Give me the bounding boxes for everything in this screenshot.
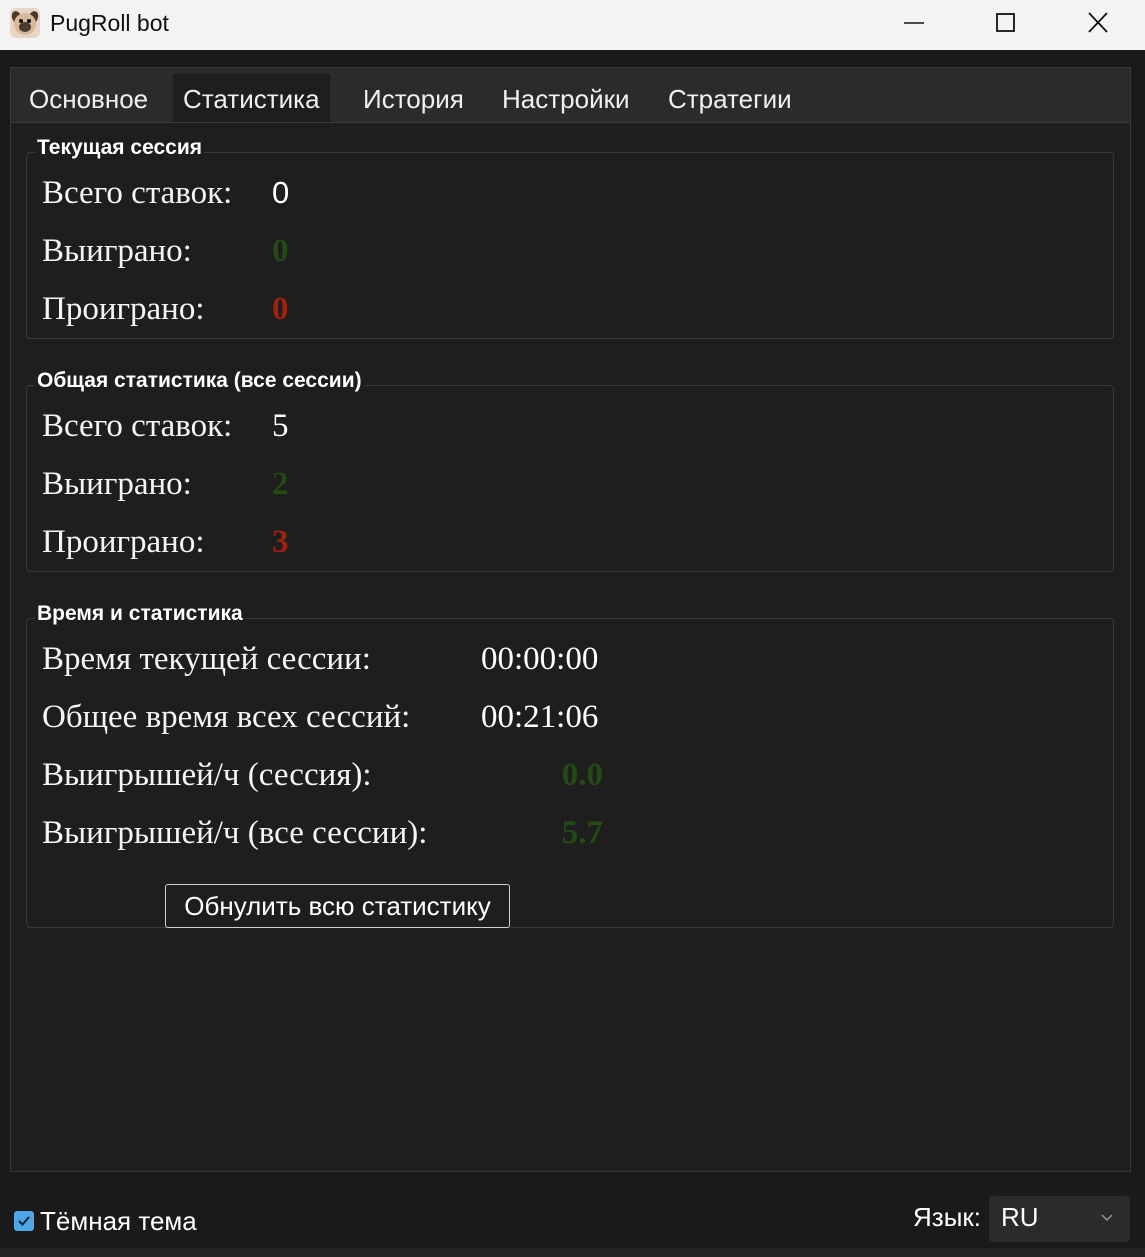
chevron-down-icon bbox=[1101, 1214, 1113, 1221]
won-label: Выиграно: bbox=[42, 466, 192, 502]
dark-theme-toggle[interactable]: Тёмная тема bbox=[14, 1205, 197, 1236]
language-value: RU bbox=[1001, 1202, 1039, 1232]
group-title: Текущая сессия bbox=[35, 136, 204, 160]
pug-app-icon bbox=[10, 8, 40, 38]
tab-strategies[interactable]: Стратегии bbox=[658, 74, 802, 122]
wins-per-hour-all-value: 5.7 bbox=[561, 815, 603, 851]
close-button[interactable] bbox=[1074, 0, 1120, 46]
checkbox-checked-icon[interactable] bbox=[14, 1211, 34, 1231]
tab-statistics[interactable]: Статистика bbox=[173, 74, 330, 122]
total-bets-value: 5 bbox=[272, 408, 289, 444]
language-select[interactable]: RU bbox=[989, 1196, 1130, 1242]
won-label: Выиграно: bbox=[42, 233, 192, 269]
window-title: PugRoll bot bbox=[50, 10, 169, 36]
overall-stats-group: Общая статистика (все сессии) Всего став… bbox=[26, 369, 1114, 572]
session-time-value: 00:00:00 bbox=[481, 641, 599, 677]
minimize-button[interactable] bbox=[890, 0, 936, 46]
total-bets-label: Всего ставок: bbox=[42, 175, 233, 211]
group-title: Время и статистика bbox=[35, 602, 245, 626]
reset-stats-button[interactable]: Обнулить всю статистику bbox=[165, 884, 510, 928]
wins-per-hour-session-value: 0.0 bbox=[561, 757, 603, 793]
lost-value: 3 bbox=[272, 524, 289, 560]
language-label: Язык: bbox=[913, 1202, 981, 1232]
wins-per-hour-session-label: Выигрышей/ч (сессия): bbox=[42, 757, 372, 793]
lost-value: 0 bbox=[272, 291, 289, 327]
close-icon bbox=[1088, 12, 1108, 33]
bottom-edge bbox=[0, 1248, 1145, 1257]
tab-main[interactable]: Основное bbox=[19, 74, 158, 122]
wins-per-hour-all-label: Выигрышей/ч (все сессии): bbox=[42, 815, 428, 851]
lost-label: Проиграно: bbox=[42, 524, 205, 560]
minimize-icon bbox=[904, 22, 924, 24]
main-panel: Основное Статистика История Настройки Ст… bbox=[10, 67, 1131, 1172]
maximize-icon bbox=[996, 13, 1015, 32]
tab-bar: Основное Статистика История Настройки Ст… bbox=[11, 68, 1130, 123]
session-time-label: Время текущей сессии: bbox=[42, 641, 371, 677]
tab-history[interactable]: История bbox=[353, 74, 474, 122]
dark-theme-label: Тёмная тема bbox=[40, 1205, 197, 1236]
time-stats-group: Время и статистика Время текущей сессии:… bbox=[26, 602, 1114, 928]
won-value: 0 bbox=[272, 233, 289, 269]
current-session-group: Текущая сессия Всего ставок: 0 Выиграно:… bbox=[26, 136, 1114, 339]
maximize-button[interactable] bbox=[982, 0, 1028, 46]
total-time-label: Общее время всех сессий: bbox=[42, 699, 411, 735]
total-bets-value: 0 bbox=[272, 175, 290, 210]
group-title: Общая статистика (все сессии) bbox=[35, 369, 364, 393]
tab-settings[interactable]: Настройки bbox=[492, 74, 640, 122]
won-value: 2 bbox=[272, 466, 289, 502]
lost-label: Проиграно: bbox=[42, 291, 205, 327]
title-bar[interactable]: PugRoll bot bbox=[0, 0, 1145, 50]
total-time-value: 00:21:06 bbox=[481, 699, 599, 735]
total-bets-label: Всего ставок: bbox=[42, 408, 233, 444]
